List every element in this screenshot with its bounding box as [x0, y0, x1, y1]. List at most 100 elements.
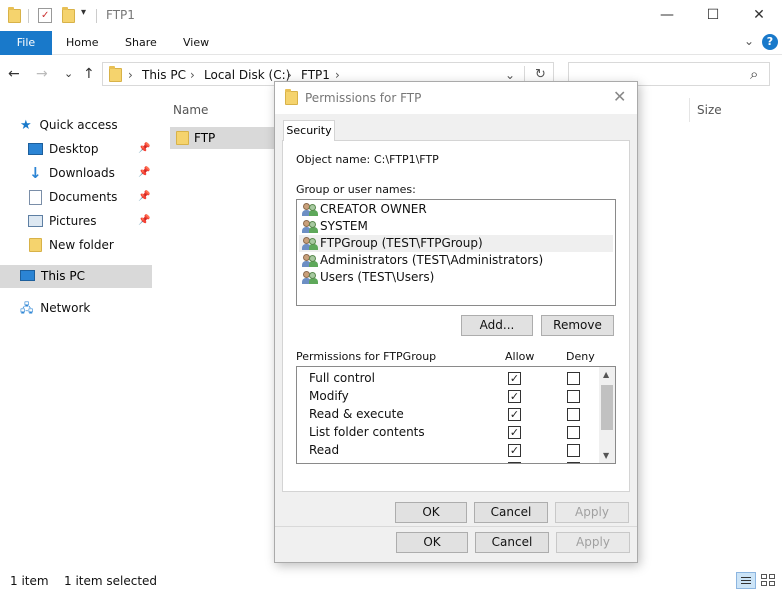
permission-name: Full control [309, 371, 375, 385]
breadcrumb-this-pc[interactable]: This PC [142, 68, 186, 82]
tab-view[interactable]: View [183, 31, 209, 55]
deny-checkbox[interactable] [567, 426, 580, 439]
remove-button[interactable]: Remove [541, 315, 614, 336]
list-item[interactable]: CREATOR OWNER [299, 201, 613, 218]
permission-row: Modify ✓ [297, 387, 597, 405]
allow-checkbox[interactable]: ✓ [508, 408, 521, 421]
pin-icon[interactable]: 📌 [138, 186, 150, 208]
refresh-icon[interactable]: ↻ [535, 67, 546, 82]
file-row-ftp[interactable]: FTP [170, 127, 276, 149]
deny-checkbox[interactable] [567, 390, 580, 403]
pin-icon[interactable]: 📌 [138, 162, 150, 184]
inner-apply-button[interactable]: Apply [555, 502, 629, 523]
user-list[interactable]: CREATOR OWNER SYSTEM FTPGroup (TEST\FTPG… [296, 199, 616, 306]
sidebar-item-label: Downloads [49, 166, 115, 180]
allow-checkbox[interactable] [508, 462, 521, 463]
add-button[interactable]: Add... [461, 315, 533, 336]
sidebar-item-new-folder[interactable]: New folder [28, 234, 152, 256]
column-header-name[interactable]: Name [173, 103, 208, 117]
ok-button[interactable]: OK [396, 532, 468, 553]
permission-name: Read & execute [309, 407, 404, 421]
tab-home[interactable]: Home [66, 31, 98, 55]
breadcrumb-separator[interactable]: › [287, 68, 292, 82]
forward-icon[interactable]: → [36, 66, 48, 82]
deny-checkbox[interactable] [567, 372, 580, 385]
allow-checkbox[interactable]: ✓ [508, 372, 521, 385]
divider [96, 9, 97, 23]
list-item[interactable]: SYSTEM [299, 218, 613, 235]
scroll-down-icon[interactable]: ▼ [603, 451, 609, 460]
address-dropdown-icon[interactable]: ⌄ [505, 68, 515, 82]
users-icon [302, 254, 318, 267]
user-name: Administrators (TEST\Administrators) [320, 253, 544, 267]
ribbon: File Home Share View ⌄ ? [0, 31, 782, 55]
pictures-icon [28, 215, 43, 227]
sidebar-item-label: Documents [49, 190, 118, 204]
sidebar-item-network[interactable]: 🖧 Network [20, 297, 90, 319]
quick-access-toolbar-dropdown-icon[interactable]: ▾ [81, 7, 86, 18]
breadcrumb-local-disk[interactable]: Local Disk (C:) [204, 68, 290, 82]
sidebar-item-quick-access[interactable]: ★ Quick access [20, 114, 118, 136]
scroll-up-icon[interactable]: ▲ [603, 370, 609, 379]
column-header-size[interactable]: Size [697, 103, 722, 117]
allow-checkbox[interactable]: ✓ [508, 444, 521, 457]
dialog-title-bar[interactable]: Permissions for FTP ✕ [275, 82, 637, 114]
list-item[interactable]: FTPGroup (TEST\FTPGroup) [299, 235, 613, 252]
scrollbar-thumb[interactable] [601, 385, 613, 430]
permissions-list[interactable]: Full control ✓ Modify ✓ Read & execute ✓… [296, 366, 616, 464]
expand-ribbon-icon[interactable]: ⌄ [744, 34, 754, 48]
user-name: FTPGroup (TEST\FTPGroup) [320, 236, 483, 250]
sidebar-item-desktop[interactable]: Desktop 📌 [28, 138, 152, 160]
deny-checkbox[interactable] [567, 408, 580, 421]
apply-button[interactable]: Apply [556, 532, 630, 553]
help-icon[interactable]: ? [762, 34, 778, 50]
sidebar-item-this-pc[interactable]: This PC [0, 265, 152, 288]
recent-locations-icon[interactable]: ⌄ [64, 67, 73, 80]
details-view-icon[interactable] [736, 572, 756, 589]
star-icon: ★ [20, 118, 32, 133]
new-folder-icon[interactable] [62, 7, 75, 23]
tab-file[interactable]: File [0, 31, 52, 55]
permissions-dialog: Permissions for FTP ✕ Security Object na… [274, 81, 638, 563]
allow-checkbox[interactable]: ✓ [508, 426, 521, 439]
permission-row-partial [297, 459, 597, 463]
sidebar-item-label: Desktop [49, 142, 99, 156]
tab-share[interactable]: Share [125, 31, 157, 55]
sidebar-item-downloads[interactable]: ↓ Downloads 📌 [28, 162, 152, 184]
maximize-button[interactable]: ☐ [690, 0, 736, 31]
cancel-button[interactable]: Cancel [475, 532, 549, 553]
permission-row: List folder contents ✓ [297, 423, 597, 441]
breadcrumb-separator[interactable]: › [190, 68, 195, 82]
breadcrumb-separator[interactable]: › [128, 68, 133, 82]
sidebar-item-pictures[interactable]: Pictures 📌 [28, 210, 152, 232]
column-divider [689, 98, 690, 122]
deny-checkbox[interactable] [567, 462, 580, 463]
permissions-scrollbar[interactable]: ▲ ▼ [599, 367, 615, 463]
sidebar-item-documents[interactable]: Documents 📌 [28, 186, 152, 208]
breadcrumb-separator[interactable]: › [335, 68, 340, 82]
folder-icon[interactable] [8, 7, 21, 23]
documents-icon [29, 190, 42, 205]
large-icons-view-icon[interactable] [761, 574, 775, 587]
breadcrumb-ftp1[interactable]: FTP1 [301, 68, 330, 82]
pin-icon[interactable]: 📌 [138, 210, 150, 232]
tab-security[interactable]: Security [283, 120, 335, 141]
allow-checkbox[interactable]: ✓ [508, 390, 521, 403]
list-item[interactable]: Administrators (TEST\Administrators) [299, 252, 613, 269]
pin-icon[interactable]: 📌 [138, 138, 150, 160]
deny-checkbox[interactable] [567, 444, 580, 457]
inner-cancel-button[interactable]: Cancel [474, 502, 548, 523]
dialog-close-icon[interactable]: ✕ [613, 87, 626, 106]
permission-name: List folder contents [309, 425, 425, 439]
properties-icon[interactable]: ✓ [38, 8, 52, 23]
inner-ok-button[interactable]: OK [395, 502, 467, 523]
permission-row: Full control ✓ [297, 369, 597, 387]
list-item[interactable]: Users (TEST\Users) [299, 269, 613, 286]
dialog-title: Permissions for FTP [305, 91, 422, 105]
folder-icon [285, 89, 298, 105]
up-icon[interactable]: ↑ [83, 66, 95, 82]
minimize-button[interactable]: — [644, 0, 690, 31]
close-button[interactable]: ✕ [736, 0, 782, 31]
permissions-label: Permissions for FTPGroup [296, 350, 437, 363]
back-icon[interactable]: ← [8, 66, 20, 82]
